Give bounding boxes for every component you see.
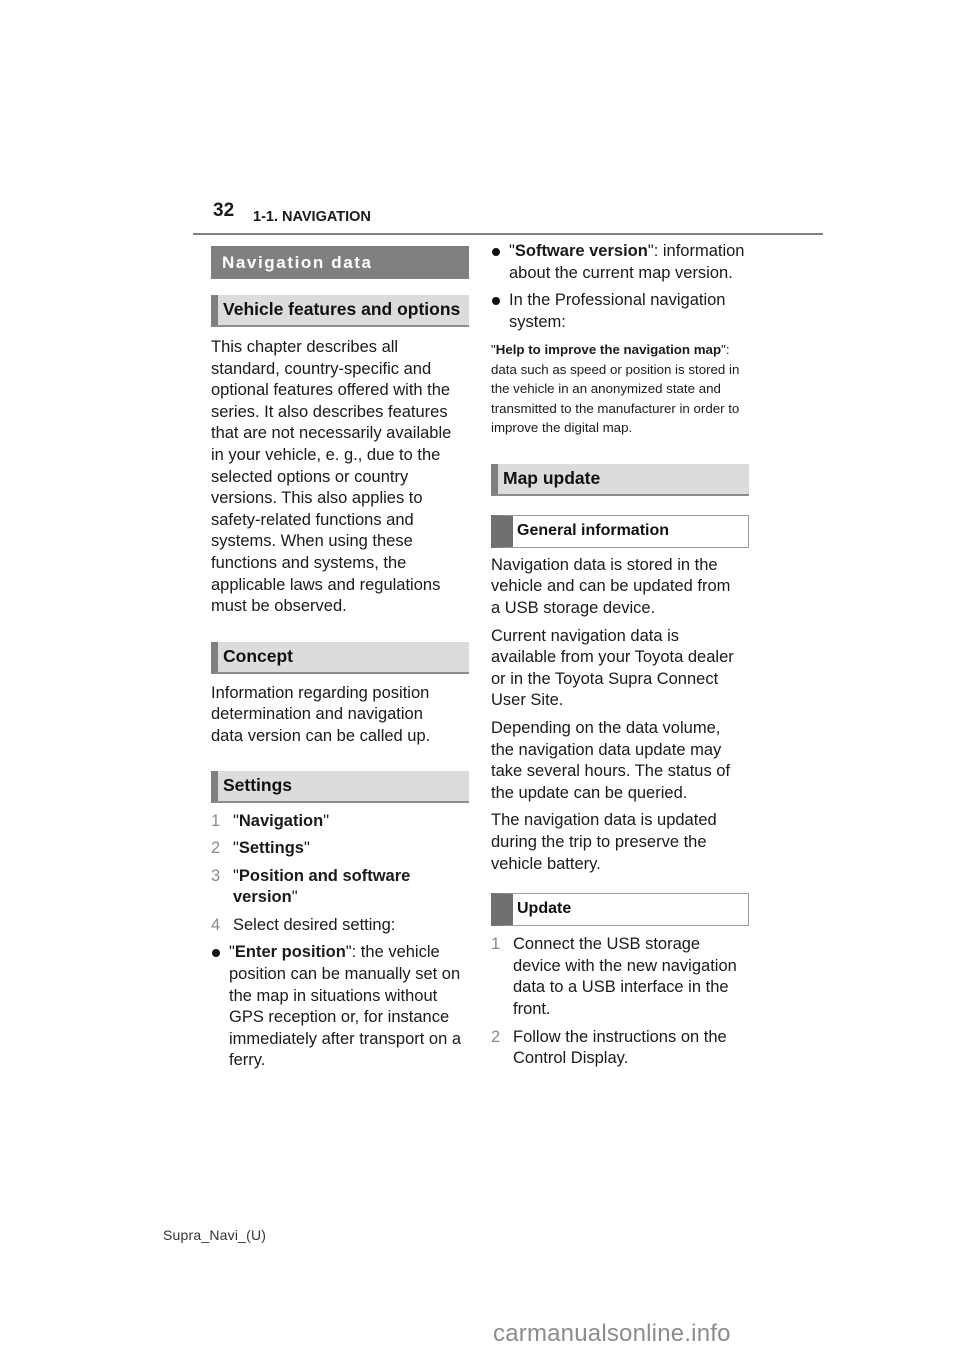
step-text: Connect the USB storage device with the …: [513, 935, 737, 1018]
left-column: Navigation data Vehicle features and opt…: [211, 246, 469, 1072]
section-heading-navigation-data: Navigation data: [211, 246, 469, 279]
step-number: 2: [211, 839, 221, 858]
bullet-item: "Enter position": the vehicle position c…: [211, 942, 469, 1072]
step-number: 1: [211, 811, 221, 830]
chapter-title: 1-1. NAVIGATION: [253, 209, 371, 225]
bullet-icon: [491, 290, 509, 333]
bullet-icon: [491, 241, 509, 284]
help-improve-map-note: "Help to improve the navigation map": da…: [491, 342, 740, 436]
step-text: "Navigation": [233, 811, 330, 830]
subheading-map-update: Map update: [491, 463, 749, 496]
step-text: Follow the instructions on the Control D…: [513, 1027, 727, 1068]
general-info-paragraph: Depending on the data volume, the naviga…: [491, 719, 731, 802]
bullet-text: "Software version": information about th…: [509, 242, 745, 282]
general-info-paragraph: Navigation data is stored in the vehicle…: [491, 555, 731, 618]
bullet-text: In the Professional navigation system:: [509, 291, 726, 331]
step-item: 2 Follow the instructions on the Control…: [491, 1027, 749, 1070]
step-text: "Position and software version": [233, 866, 411, 907]
bullet-text: "Enter position": the vehicle position c…: [229, 943, 462, 1070]
watermark: carmanualsonline.info: [493, 1320, 731, 1347]
step-item: 1 "Navigation": [211, 811, 469, 833]
subheading-concept: Concept: [211, 641, 469, 674]
update-steps: 1 Connect the USB storage device with th…: [491, 934, 749, 1070]
step-item: 1 Connect the USB storage device with th…: [491, 934, 749, 1020]
header-divider: [193, 233, 823, 235]
step-number: 2: [491, 1027, 501, 1046]
bullet-item: "Software version": information about th…: [491, 241, 749, 284]
bullet-item: In the Professional navigation system:: [491, 290, 749, 333]
subheading-vehicle-features: Vehicle features and options: [211, 295, 469, 327]
step-item: 2 "Settings": [211, 838, 469, 860]
right-column: "Software version": information about th…: [491, 242, 749, 1070]
subheading-update: Update: [491, 893, 749, 927]
vehicle-features-body: This chapter describes all standard, cou…: [211, 338, 452, 616]
step-item: 4 Select desired setting:: [211, 915, 469, 937]
concept-body: Information regarding position determina…: [211, 683, 431, 745]
step-text: "Settings": [233, 839, 310, 858]
bullet-icon: [211, 942, 229, 1072]
subheading-settings: Settings: [211, 770, 469, 803]
settings-steps: 1 "Navigation" 2 "Settings" 3 "Position …: [211, 811, 469, 1073]
subheading-general-information: General information: [491, 514, 749, 548]
step-item: 3 "Position and software version": [211, 866, 469, 909]
step-number: 3: [211, 866, 221, 885]
step-number: 4: [211, 915, 221, 934]
step-text: Select desired setting:: [233, 915, 396, 934]
step-number: 1: [491, 935, 501, 954]
general-info-paragraph: The navigation data is updated during th…: [491, 811, 717, 873]
document-code: Supra_Navi_(U): [163, 1227, 267, 1243]
page-number: 32: [213, 200, 235, 221]
general-info-paragraph: Current navigation data is available fro…: [491, 626, 734, 710]
